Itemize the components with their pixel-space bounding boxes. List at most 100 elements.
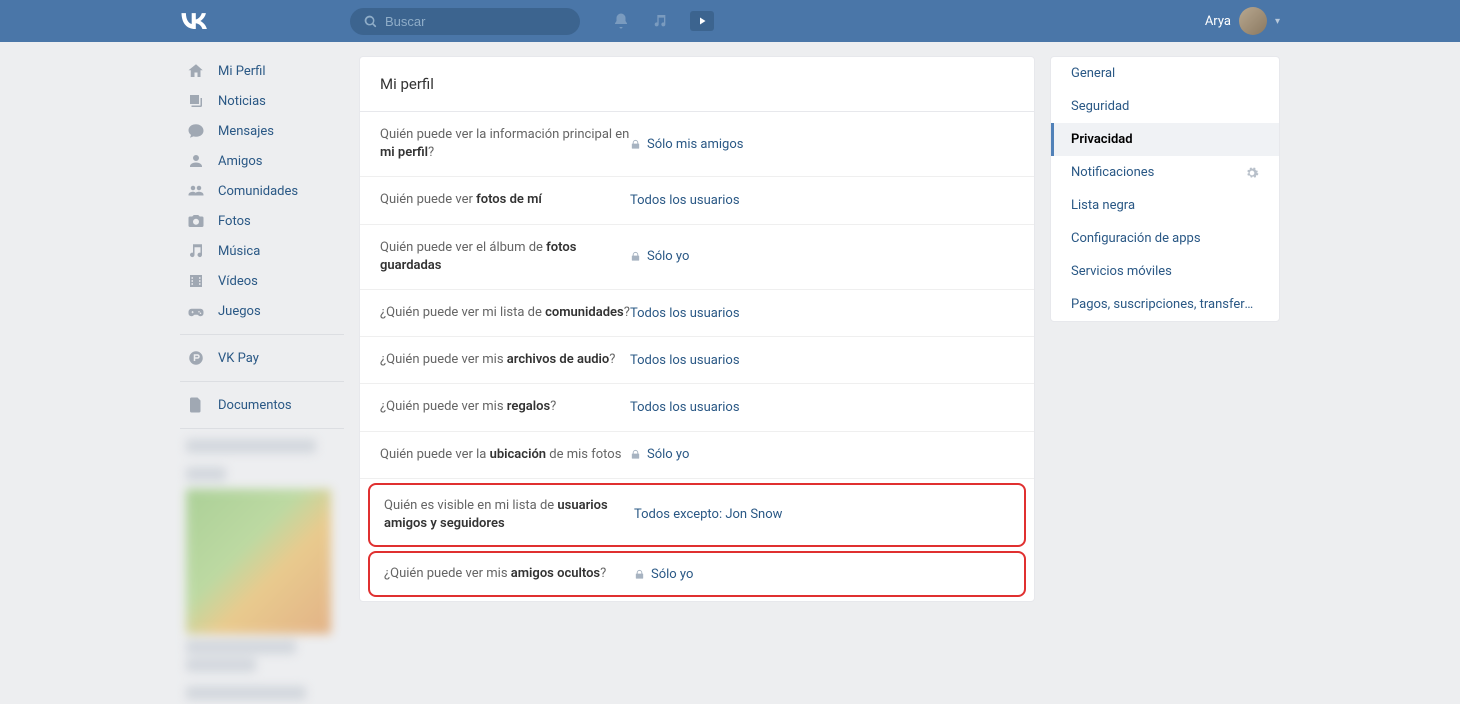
nav-music[interactable]: Música	[180, 236, 344, 266]
tab-label: Configuración de apps	[1071, 231, 1201, 246]
nav-label: Juegos	[218, 304, 261, 319]
nav-label: Comunidades	[218, 184, 298, 199]
music-icon[interactable]	[652, 13, 668, 29]
nav-video[interactable]: Vídeos	[180, 266, 344, 296]
setting-value[interactable]: Todos los usuarios	[630, 400, 740, 415]
search-box[interactable]	[350, 8, 580, 35]
game-icon	[186, 301, 206, 321]
setting-value[interactable]: Todos los usuarios	[630, 353, 740, 368]
tab-label: Privacidad	[1071, 132, 1133, 147]
nav-label: Mensajes	[218, 124, 274, 139]
friend-icon	[186, 151, 206, 171]
settings-tab[interactable]: General	[1051, 57, 1279, 90]
right-sidebar: General Seguridad Privacidad Notificaciones…	[1050, 56, 1280, 322]
msg-icon	[186, 121, 206, 141]
tab-label: General	[1071, 66, 1115, 81]
user-menu[interactable]: Arya ▾	[1205, 7, 1280, 35]
highlighted-setting: Quién es visible en mi lista de usuarios…	[368, 483, 1026, 547]
group-icon	[186, 181, 206, 201]
settings-tab[interactable]: Servicios móviles	[1051, 255, 1279, 288]
nav-label: Amigos	[218, 154, 262, 169]
tab-label: Seguridad	[1071, 99, 1129, 114]
nav-friend[interactable]: Amigos	[180, 146, 344, 176]
setting-value[interactable]: Todos los usuarios	[630, 306, 740, 321]
settings-tab[interactable]: Lista negra	[1051, 189, 1279, 222]
left-sidebar: Mi Perfil Noticias Mensajes Amigos Comunidad…	[180, 56, 344, 704]
privacy-setting-row: Quién puede ver la información principal…	[360, 112, 1034, 177]
tab-label: Notificaciones	[1071, 165, 1154, 180]
setting-label: Quién puede ver el álbum de fotos guarda…	[380, 239, 630, 275]
nav-home[interactable]: Mi Perfil	[180, 56, 344, 86]
settings-tab[interactable]: Notificaciones	[1051, 156, 1279, 189]
lock-icon	[630, 449, 641, 460]
news-icon	[186, 91, 206, 111]
setting-label: ¿Quién puede ver mis archivos de audio?	[380, 351, 630, 369]
panel-title: Mi perfil	[360, 57, 1034, 112]
setting-label: ¿Quién puede ver mis regalos?	[380, 398, 630, 416]
search-input[interactable]	[385, 14, 566, 29]
setting-label: Quién puede ver la información principal…	[380, 126, 630, 162]
privacy-setting-row: Quién es visible en mi lista de usuarios…	[370, 485, 1024, 545]
setting-label: ¿Quién puede ver mis amigos ocultos?	[384, 565, 634, 583]
video-icon[interactable]	[690, 11, 714, 31]
setting-label: ¿Quién puede ver mi lista de comunidades…	[380, 304, 630, 322]
nav-label: Fotos	[218, 214, 251, 229]
search-icon	[364, 15, 377, 28]
nav-label: Noticias	[218, 94, 266, 109]
settings-tab[interactable]: Pagos, suscripciones, transferencias	[1051, 288, 1279, 321]
tab-label: Lista negra	[1071, 198, 1135, 213]
lock-icon	[630, 251, 641, 262]
settings-tab[interactable]: Configuración de apps	[1051, 222, 1279, 255]
setting-label: Quién puede ver la ubicación de mis foto…	[380, 446, 630, 464]
username-label: Arya	[1205, 14, 1231, 29]
nav-label: Vídeos	[218, 274, 258, 289]
photo-icon	[186, 211, 206, 231]
gear-icon[interactable]	[1245, 166, 1259, 180]
setting-value[interactable]: Sólo mis amigos	[630, 137, 743, 152]
lock-icon	[634, 569, 645, 580]
nav-news[interactable]: Noticias	[180, 86, 344, 116]
privacy-setting-row: ¿Quién puede ver mis regalos?Todos los u…	[360, 384, 1034, 431]
blurred-content	[180, 439, 344, 700]
privacy-setting-row: Quién puede ver la ubicación de mis foto…	[360, 432, 1034, 479]
setting-value[interactable]: Sólo yo	[630, 447, 689, 462]
setting-value[interactable]: Todos los usuarios	[630, 193, 740, 208]
nav-group[interactable]: Comunidades	[180, 176, 344, 206]
nav-documents[interactable]: Documentos	[180, 390, 344, 420]
music-icon	[186, 241, 206, 261]
lock-icon	[630, 139, 641, 150]
main-panel: Mi perfil Quién puede ver la información…	[359, 56, 1035, 602]
pay-icon	[186, 348, 206, 368]
avatar	[1239, 7, 1267, 35]
nav-vkpay[interactable]: VK Pay	[180, 343, 344, 373]
setting-value[interactable]: Sólo yo	[634, 567, 693, 582]
chevron-down-icon: ▾	[1275, 16, 1280, 27]
highlighted-setting: ¿Quién puede ver mis amigos ocultos?Sólo…	[368, 551, 1026, 597]
setting-value[interactable]: Sólo yo	[630, 249, 689, 264]
settings-tab[interactable]: Privacidad	[1051, 123, 1279, 156]
nav-photo[interactable]: Fotos	[180, 206, 344, 236]
privacy-setting-row: ¿Quién puede ver mis archivos de audio?T…	[360, 337, 1034, 384]
tab-label: Pagos, suscripciones, transferencias	[1071, 297, 1259, 312]
privacy-setting-row: ¿Quién puede ver mis amigos ocultos?Sólo…	[370, 553, 1024, 595]
bell-icon[interactable]	[612, 12, 630, 30]
setting-value[interactable]: Todos excepto: Jon Snow	[634, 507, 782, 522]
nav-label: Música	[218, 244, 260, 259]
privacy-setting-row: ¿Quién puede ver mi lista de comunidades…	[360, 290, 1034, 337]
doc-icon	[186, 395, 206, 415]
setting-label: Quién puede ver fotos de mí	[380, 191, 630, 209]
nav-label: Mi Perfil	[218, 64, 266, 79]
privacy-setting-row: Quién puede ver el álbum de fotos guarda…	[360, 225, 1034, 290]
video-icon	[186, 271, 206, 291]
settings-tab[interactable]: Seguridad	[1051, 90, 1279, 123]
nav-label: Documentos	[218, 398, 292, 413]
vk-logo[interactable]	[180, 13, 350, 29]
home-icon	[186, 61, 206, 81]
nav-msg[interactable]: Mensajes	[180, 116, 344, 146]
setting-label: Quién es visible en mi lista de usuarios…	[384, 497, 634, 533]
nav-game[interactable]: Juegos	[180, 296, 344, 326]
privacy-setting-row: Quién puede ver fotos de míTodos los usu…	[360, 177, 1034, 224]
top-header: Arya ▾	[0, 0, 1460, 42]
nav-label: VK Pay	[218, 351, 259, 366]
tab-label: Servicios móviles	[1071, 264, 1172, 279]
